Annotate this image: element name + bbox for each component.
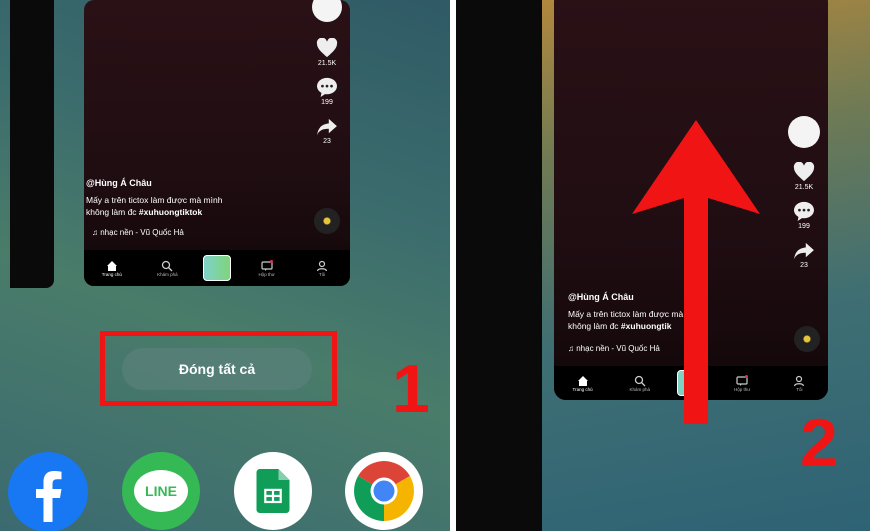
home-icon [106,260,117,271]
nav-home[interactable]: Trang chủ [563,375,603,392]
nav-profile[interactable]: Tôi [302,260,342,277]
nav-home-label: Trang chủ [101,271,122,277]
line-bubble: LINE [134,470,188,512]
caption-text: không làm đc [568,321,621,331]
home-icon [577,375,588,386]
caption-line-2: không làm đc #xuhuongtiktok [86,206,286,218]
chrome-logo [354,461,414,521]
like-count: 21.5K [794,184,814,191]
line-app-icon[interactable]: LINE [122,452,200,530]
share-icon[interactable] [316,118,338,136]
nav-profile-label: Tôi [796,386,803,392]
video-caption: Mấy a trên tictox làm được mà mình không… [86,194,286,218]
avatar[interactable] [788,116,820,148]
comment-count: 199 [798,223,810,230]
sheets-logo [256,469,290,513]
tiktok-app-card[interactable]: 21.5K 199 23 @Hùng Á Châu Mấy a trên tic… [84,0,350,286]
recent-apps-panel-right: 21.5K 199 23 @Hùng Á Châu Mấy a trên tic… [456,0,870,531]
create-button[interactable] [202,255,231,281]
recent-apps-panel-left: 21.5K 199 23 @Hùng Á Châu Mấy a trên tic… [0,0,450,531]
facebook-app-icon[interactable] [8,452,88,531]
side-actions: 21.5K 199 23 [312,0,342,145]
nav-home[interactable]: Trang chủ [92,260,132,277]
heart-icon[interactable] [793,162,815,182]
nav-inbox-label: Hộp thư [258,271,275,277]
share-icon[interactable] [793,242,815,260]
swipe-up-arrow [632,120,760,424]
step-number-2: 2 [800,405,838,481]
profile-icon [794,375,805,386]
search-icon [162,260,173,271]
previous-app-card-edge[interactable] [10,0,54,288]
music-disc-icon[interactable] [314,208,340,234]
heart-icon[interactable] [316,38,338,58]
profile-icon [317,260,328,271]
nav-discover[interactable]: Khám phá [147,260,187,277]
facebook-logo [36,471,62,522]
share-count: 23 [800,262,808,269]
step-number-1: 1 [392,351,430,427]
nav-home-label: Trang chủ [572,386,593,392]
username[interactable]: @Hùng Á Châu [568,292,634,302]
caption-text: không làm đc [86,207,139,217]
hashtag-link[interactable]: #xuhuongtiktok [139,207,202,217]
inbox-icon [260,259,273,271]
side-actions: 21.5K 199 23 [788,116,820,269]
bottom-nav: Trang chủ Khám phá Hộp thư Tôi [84,250,350,286]
google-sheets-app-icon[interactable] [234,452,312,530]
comment-count: 199 [321,99,333,106]
nav-inbox[interactable]: Hộp thư [247,259,287,277]
comment-icon[interactable] [793,201,815,221]
share-count: 23 [323,138,331,145]
avatar[interactable] [312,0,342,22]
caption-line-1: Mấy a trên tictox làm được mà mình [86,195,223,205]
previous-app-card[interactable] [456,0,542,531]
username[interactable]: @Hùng Á Châu [86,178,152,188]
chrome-app-icon[interactable] [345,452,423,530]
music-label[interactable]: ♫ nhạc nền - Vũ Quốc Hả [92,228,184,237]
highlight-box [100,331,337,406]
music-disc-icon[interactable] [794,326,820,352]
like-count: 21.5K [317,60,337,67]
nav-profile[interactable]: Tôi [779,375,819,392]
nav-discover-label: Khám phá [157,271,178,277]
comment-icon[interactable] [316,77,338,97]
nav-profile-label: Tôi [319,271,326,277]
